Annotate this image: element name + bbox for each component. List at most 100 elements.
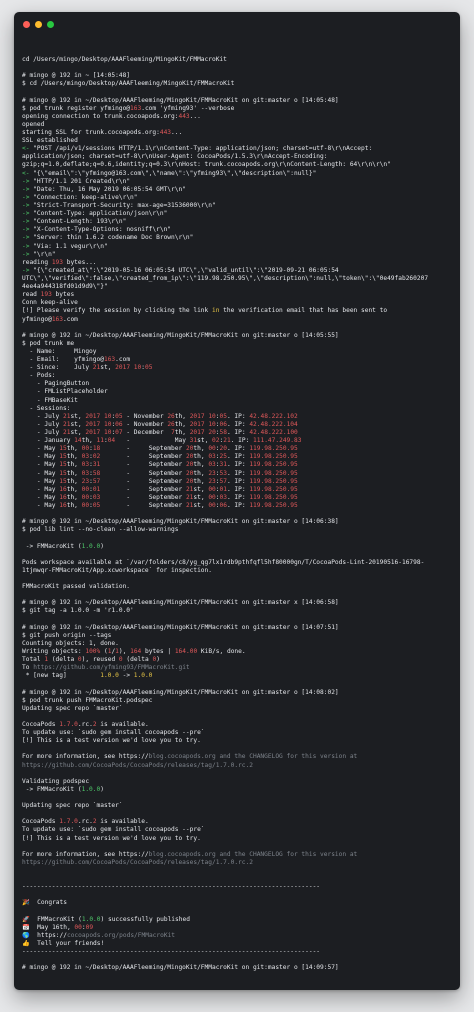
terminal-text: -> <box>118 672 134 680</box>
terminal-text: - July <box>22 429 63 437</box>
terminal-text: 119.98.250.95 <box>249 493 298 501</box>
terminal-text: 00 <box>208 445 216 453</box>
terminal-text: 119.98.250.95 <box>249 502 298 510</box>
terminal-text: <- <box>22 169 34 177</box>
terminal-text: st, <box>70 412 86 420</box>
terminal-text: th, <box>174 429 190 437</box>
terminal-text: - November <box>122 412 168 420</box>
terminal-text: 164 <box>130 647 142 655</box>
close-window-button[interactable] <box>23 20 30 28</box>
terminal-output[interactable]: cd /Users/mingo/Desktop/AAAFleeming/Ming… <box>22 56 454 972</box>
terminal-text: "Strict-Transport-Security: max-age=3153… <box>33 201 216 209</box>
terminal-line: https://github.com/CocoaPods/CocoaPods/r… <box>22 762 454 770</box>
terminal-line: # mingo @ 192 in ~/Desktop/AAAFleeming/M… <box>22 332 454 340</box>
terminal-line: yfmingo@163.com <box>22 316 454 324</box>
terminal-text: - May <box>115 437 190 445</box>
terminal-text: 15 <box>59 477 67 485</box>
terminal-line: -> "Via: 1.1 vegur\r\n" <box>22 243 454 251</box>
terminal-text: starting SSL for trunk.cocoapods.org: <box>22 128 160 136</box>
terminal-text: CocoaPods <box>22 818 60 826</box>
terminal-text: - July <box>22 412 63 420</box>
minimize-window-button[interactable] <box>35 20 42 28</box>
terminal-text: Conn keep-alive <box>22 299 78 307</box>
zoom-window-button[interactable] <box>47 20 54 28</box>
terminal-text: "Via: 1.1 vegur\r\n" <box>33 242 108 250</box>
terminal-line: -> "\r\n" <box>22 251 454 259</box>
terminal-text: https://github.com/CocoaPods/CocoaPods/r… <box>22 858 253 866</box>
terminal-text: - September <box>100 493 186 501</box>
terminal-line: gzip;q=1.0,deflate;q=0.6,identity;q=0.3\… <box>22 161 454 169</box>
terminal-line: For more information, see https://blog.c… <box>22 851 454 859</box>
terminal-text: 100% <box>85 647 101 655</box>
terminal-text: 42.48.222.104 <box>249 420 298 428</box>
terminal-line: -> "Content-Length: 193\r\n" <box>22 218 454 226</box>
terminal-text: - May <box>22 502 60 510</box>
terminal-text: 11 <box>96 437 104 445</box>
terminal-line: [!] This is a test version we'd love you… <box>22 835 454 843</box>
terminal-line: - May 15th, 00:18 - September 20th, 00:2… <box>22 445 454 453</box>
terminal-text: 03 <box>81 461 90 469</box>
terminal-text: yfmingo@ <box>22 315 52 323</box>
terminal-text: For more information, see https:// <box>22 850 149 858</box>
terminal-text: . IP: <box>226 493 250 501</box>
terminal-line: Validating podspec <box>22 778 454 786</box>
terminal-text: 00 <box>208 502 216 510</box>
terminal-line: - May 16th, 00:05 - September 21st, 00:0… <box>22 502 454 510</box>
terminal-text: 443 <box>178 112 190 120</box>
terminal-text: 26 <box>167 412 175 420</box>
terminal-text: 1.0.0 <box>81 785 101 793</box>
terminal-text: 06 <box>115 420 123 428</box>
terminal-text: .rc. <box>77 720 93 728</box>
terminal-text: 1.0.0 <box>81 542 101 550</box>
terminal-text: 2017 <box>115 364 131 372</box>
terminal-line: - FMBaseKit <box>22 397 454 405</box>
title-bar <box>14 12 460 36</box>
terminal-text: https:// <box>29 931 67 939</box>
terminal-text: - November <box>122 420 168 428</box>
terminal-text: -> <box>22 234 34 242</box>
terminal-text: ... <box>189 112 201 120</box>
terminal-line: $ pod trunk register yfmingo@163.com 'yf… <box>22 105 454 113</box>
terminal-text: "X-Content-Type-Options: nosniff\r\n" <box>33 226 172 234</box>
terminal-text: - December <box>122 429 172 437</box>
terminal-line: ----------------------------------------… <box>22 883 454 891</box>
terminal-text: -> <box>22 242 34 250</box>
terminal-text: 111.47.249.83 <box>253 437 302 445</box>
terminal-line: FMMacroKit passed validation. <box>22 583 454 591</box>
terminal-line: -> "X-Content-Type-Options: nosniff\r\n" <box>22 226 454 234</box>
terminal-text: 119.98.250.95 <box>249 445 298 453</box>
terminal-text: -> <box>22 266 34 274</box>
terminal-text: 23 <box>81 477 90 485</box>
terminal-text: 2017 <box>189 429 205 437</box>
terminal-line: - May 15th, 23:57 - September 20th, 23:5… <box>22 478 454 486</box>
terminal-text: Total <box>22 656 45 664</box>
terminal-text: - September <box>100 453 186 461</box>
terminal-text: th, <box>66 502 82 510</box>
terminal-text: https://github.com/yfming93/FMMacroKit.g… <box>33 664 190 672</box>
terminal-line: 4ee4a944318fd01d9d9\"}" <box>22 283 454 291</box>
terminal-text: 10 <box>208 420 216 428</box>
terminal-text: 14 <box>74 437 82 445</box>
terminal-line: - Name: Mingoy <box>22 348 454 356</box>
terminal-line: # mingo @ 192 in ~/Desktop/AAAFleeming/M… <box>22 624 454 632</box>
terminal-text: application/json; charset=utf-8\r\nUser-… <box>22 153 328 161</box>
terminal-text: 1.0.0 <box>133 672 153 680</box>
terminal-text: FMMacroKit ( <box>29 915 82 923</box>
terminal-text: 06 <box>219 502 227 510</box>
terminal-text: "Content-Length: 193\r\n" <box>33 218 127 226</box>
terminal-line: - Since: July 21st, 2017 10:05 <box>22 364 454 372</box>
terminal-line: 1tjmwqr-FMMacroKit/App.xcworkspace` for … <box>22 567 454 575</box>
terminal-text: 21 <box>223 437 231 445</box>
terminal-text: 05 <box>219 412 227 420</box>
terminal-text: ----------------------------------------… <box>22 883 321 891</box>
terminal-line: UTC\",\"verified\":false,\"created_from_… <box>22 275 454 283</box>
terminal-text: - January <box>22 437 75 445</box>
terminal-text: To <box>22 664 34 672</box>
terminal-text: - May <box>22 461 60 469</box>
terminal-text: ... <box>171 128 183 136</box>
terminal-text: 53 <box>219 469 227 477</box>
terminal-text: - Email: yfmingo@ <box>22 356 104 364</box>
